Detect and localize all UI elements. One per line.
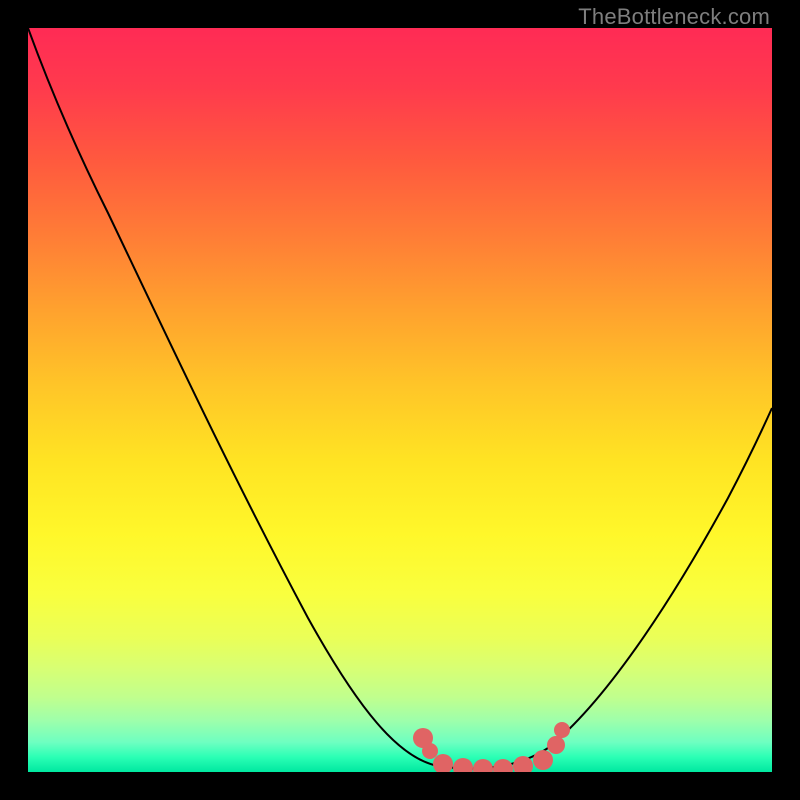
chart-frame: TheBottleneck.com [0,0,800,800]
bottleneck-curve [28,28,772,769]
chart-gradient-background [28,28,772,772]
watermark-text: TheBottleneck.com [578,4,770,30]
chart-svg [28,28,772,772]
marker-cluster [413,722,570,772]
